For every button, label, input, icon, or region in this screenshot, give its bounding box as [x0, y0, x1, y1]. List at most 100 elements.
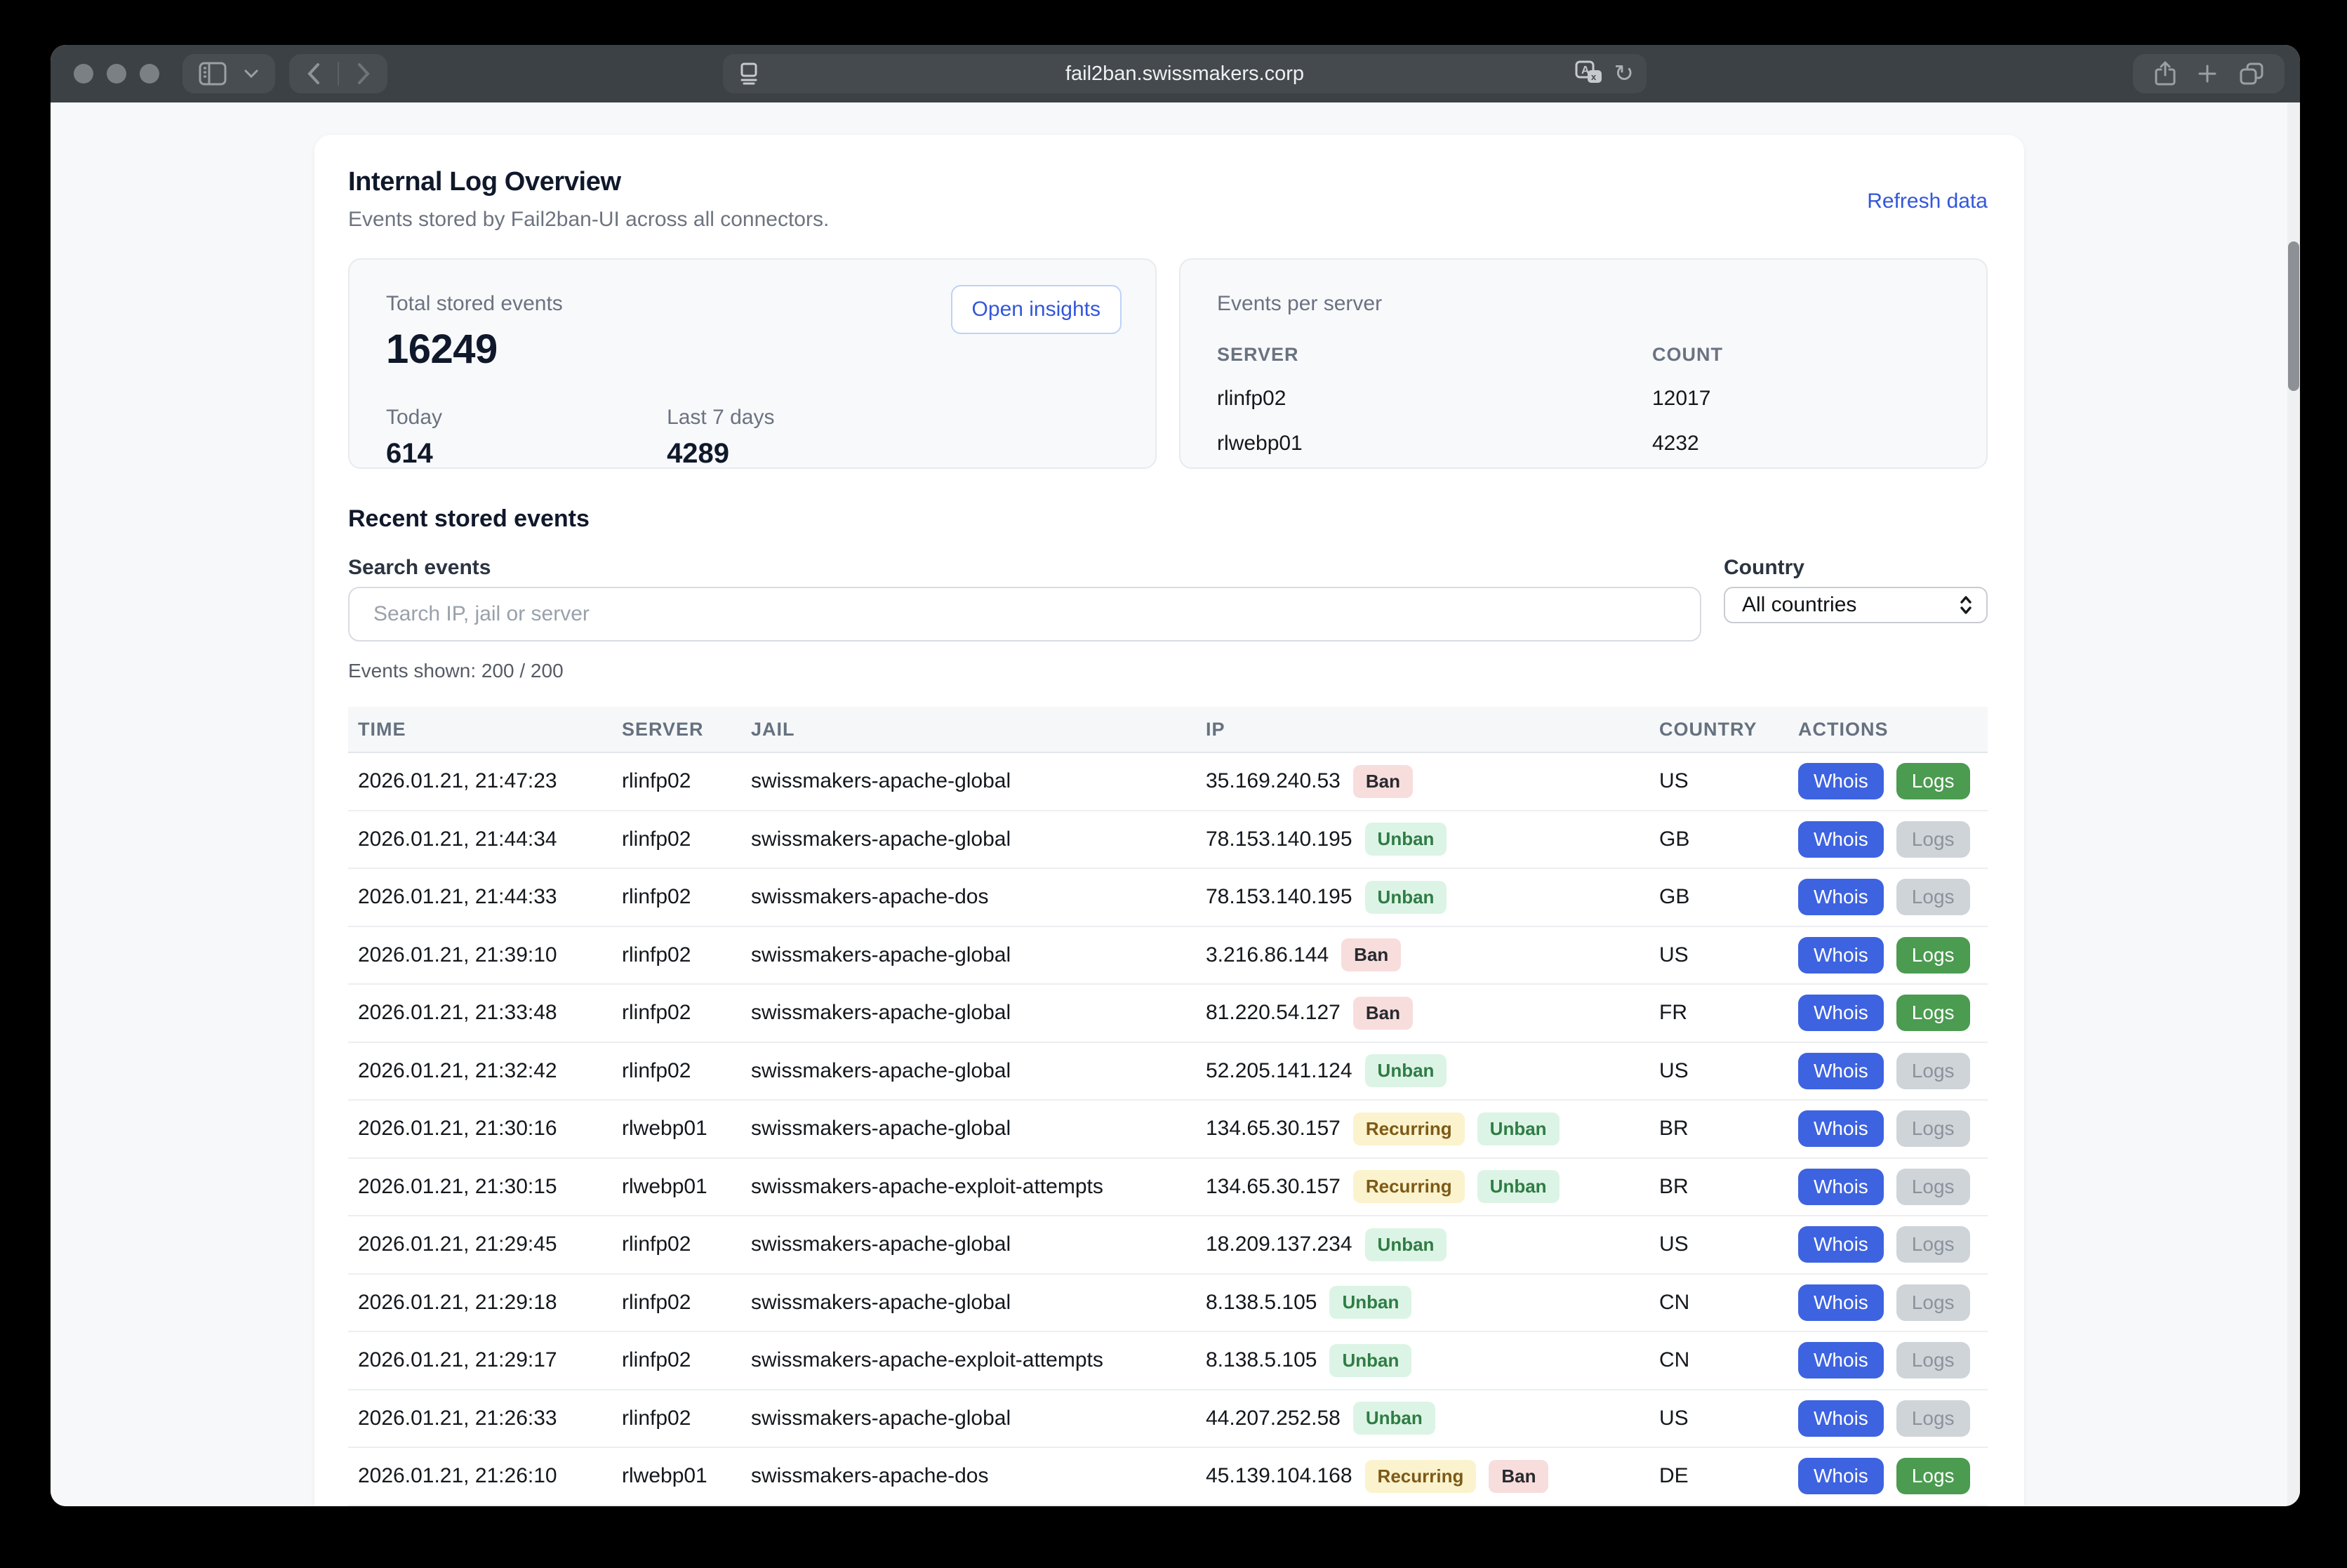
tabs-icon[interactable] [2239, 62, 2264, 86]
address-bar[interactable]: fail2ban.swissmakers.corp A x ↻ [723, 54, 1647, 93]
event-ip-cell: 134.65.30.157 Recurring Unban [1206, 1170, 1659, 1203]
ip-address: 8.138.5.105 [1206, 1348, 1317, 1372]
unban-badge: Unban [1477, 1170, 1560, 1203]
sidebar-icon[interactable] [199, 62, 227, 86]
whois-button[interactable]: Whois [1798, 1284, 1884, 1321]
event-jail: swissmakers-apache-exploit-attempts [751, 1348, 1206, 1372]
whois-button[interactable]: Whois [1798, 1458, 1884, 1494]
back-icon[interactable] [307, 62, 321, 85]
whois-button[interactable]: Whois [1798, 821, 1884, 858]
ban-badge: Ban [1489, 1460, 1548, 1493]
logs-button[interactable]: Logs [1896, 1053, 1970, 1089]
share-icon[interactable] [2154, 61, 2176, 86]
logs-button[interactable]: Logs [1896, 1400, 1970, 1437]
scrollbar-thumb[interactable] [2288, 241, 2299, 391]
ban-badge: Ban [1353, 765, 1413, 798]
nav-buttons-group [289, 54, 387, 93]
event-ip-cell: 78.153.140.195Unban [1206, 823, 1659, 856]
event-ip-cell: 8.138.5.105Unban [1206, 1286, 1659, 1319]
event-jail: swissmakers-apache-global [751, 1407, 1206, 1430]
server-count: 4232 [1652, 432, 1953, 456]
logs-button[interactable]: Logs [1896, 995, 1970, 1031]
country-select[interactable]: All countries [1724, 587, 1988, 623]
page-subtitle: Events stored by Fail2ban-UI across all … [348, 208, 829, 232]
minimize-window-button[interactable] [107, 64, 126, 84]
new-tab-icon[interactable] [2197, 63, 2218, 84]
event-jail: swissmakers-apache-global [751, 828, 1206, 851]
event-time: 2026.01.21, 21:26:10 [358, 1464, 622, 1488]
server-name: rlwebp01 [1217, 432, 1652, 456]
window-actions-group [2133, 54, 2285, 93]
whois-button[interactable]: Whois [1798, 1110, 1884, 1147]
column-header-ip: IP [1206, 719, 1659, 740]
search-input[interactable] [348, 587, 1701, 642]
ip-address: 18.209.137.234 [1206, 1233, 1352, 1256]
column-header-actions: ACTIONS [1798, 719, 1988, 740]
ban-badge: Ban [1341, 938, 1401, 971]
logs-button[interactable]: Logs [1896, 1110, 1970, 1147]
ban-badge: Ban [1353, 997, 1413, 1030]
country-label: Country [1724, 556, 1804, 580]
refresh-data-link[interactable]: Refresh data [1867, 190, 1988, 213]
events-table: TIME SERVER JAIL IP COUNTRY ACTIONS 2026… [348, 707, 1988, 1506]
unban-badge: Unban [1353, 1402, 1435, 1435]
logs-button[interactable]: Logs [1896, 821, 1970, 858]
event-time: 2026.01.21, 21:29:45 [358, 1233, 622, 1256]
logs-button[interactable]: Logs [1896, 879, 1970, 915]
event-time: 2026.01.21, 21:47:23 [358, 769, 622, 793]
unban-badge: Unban [1329, 1344, 1411, 1377]
whois-button[interactable]: Whois [1798, 1342, 1884, 1378]
event-country: BR [1659, 1175, 1798, 1199]
zoom-window-button[interactable] [140, 64, 159, 84]
per-server-rows: rlinfp0212017rlwebp014232 [1217, 387, 1953, 456]
event-ip-cell: 81.220.54.127Ban [1206, 997, 1659, 1030]
last7-label: Last 7 days [667, 406, 774, 430]
ip-address: 78.153.140.195 [1206, 885, 1352, 909]
event-server: rlinfp02 [622, 1291, 751, 1315]
per-server-row: rlwebp014232 [1217, 432, 1953, 456]
event-country: US [1659, 1233, 1798, 1256]
event-country: FR [1659, 1001, 1798, 1025]
event-actions: Whois Logs [1798, 1110, 1988, 1147]
event-actions: Whois Logs [1798, 1400, 1988, 1437]
open-insights-button[interactable]: Open insights [951, 285, 1122, 334]
event-ip-cell: 3.216.86.144Ban [1206, 938, 1659, 971]
logs-button[interactable]: Logs [1896, 1458, 1970, 1494]
whois-button[interactable]: Whois [1798, 1400, 1884, 1437]
close-window-button[interactable] [74, 64, 93, 84]
whois-button[interactable]: Whois [1798, 995, 1884, 1031]
whois-button[interactable]: Whois [1798, 763, 1884, 799]
event-country: CN [1659, 1291, 1798, 1315]
event-country: GB [1659, 828, 1798, 851]
event-country: US [1659, 1059, 1798, 1083]
unban-badge: Unban [1329, 1286, 1411, 1319]
event-time: 2026.01.21, 21:44:34 [358, 828, 622, 851]
recurring-badge: Recurring [1353, 1112, 1465, 1145]
whois-button[interactable]: Whois [1798, 1226, 1884, 1263]
chevron-down-icon[interactable] [244, 69, 259, 79]
whois-button[interactable]: Whois [1798, 1169, 1884, 1205]
whois-button[interactable]: Whois [1798, 937, 1884, 974]
logs-button[interactable]: Logs [1896, 763, 1970, 799]
ip-address: 134.65.30.157 [1206, 1175, 1341, 1199]
logs-button[interactable]: Logs [1896, 1284, 1970, 1321]
unban-badge: Unban [1365, 1054, 1447, 1087]
whois-button[interactable]: Whois [1798, 879, 1884, 915]
table-row: 2026.01.21, 21:26:10rlwebp01swissmakers-… [348, 1448, 1988, 1506]
logs-button[interactable]: Logs [1896, 1226, 1970, 1263]
event-time: 2026.01.21, 21:32:42 [358, 1059, 622, 1083]
browser-window: fail2ban.swissmakers.corp A x ↻ [51, 45, 2300, 1506]
event-time: 2026.01.21, 21:39:10 [358, 943, 622, 967]
recurring-badge: Recurring [1353, 1170, 1465, 1203]
today-value: 614 [386, 438, 442, 470]
translate-icon[interactable]: A x [1575, 60, 1603, 87]
logs-button[interactable]: Logs [1896, 937, 1970, 974]
logs-button[interactable]: Logs [1896, 1169, 1970, 1205]
forward-icon[interactable] [357, 62, 371, 85]
reload-icon[interactable]: ↻ [1614, 62, 1635, 86]
logs-button[interactable]: Logs [1896, 1342, 1970, 1378]
whois-button[interactable]: Whois [1798, 1053, 1884, 1089]
page-content: Internal Log Overview Events stored by F… [51, 102, 2300, 1506]
event-time: 2026.01.21, 21:33:48 [358, 1001, 622, 1025]
server-count: 12017 [1652, 387, 1953, 411]
